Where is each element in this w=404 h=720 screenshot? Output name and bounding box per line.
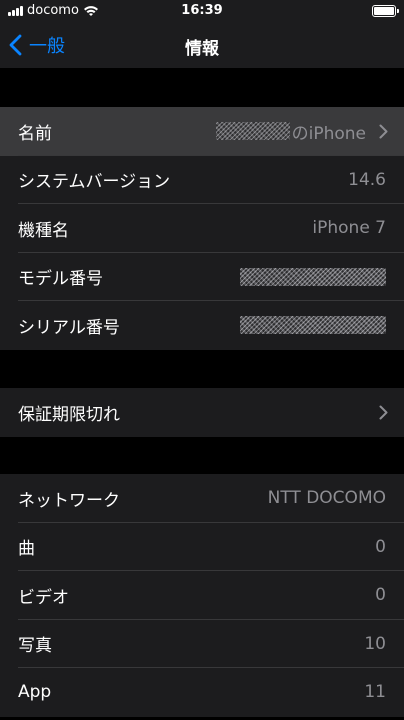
chevron-right-icon	[379, 405, 388, 420]
name-label: 名前	[18, 123, 52, 144]
model-name-label: 機種名	[18, 220, 69, 241]
system-version-row: システムバージョン 14.6	[0, 155, 404, 204]
battery-icon	[372, 5, 399, 17]
model-number-label: モデル番号	[18, 269, 103, 290]
videos-label: ビデオ	[18, 587, 69, 608]
model-number-value	[240, 267, 386, 286]
photos-value: 10	[364, 633, 386, 654]
videos-value: 0	[375, 585, 386, 606]
redacted-model-number-image	[240, 267, 386, 286]
warranty-label: 保証期限切れ	[18, 404, 120, 425]
videos-row: ビデオ 0	[0, 571, 404, 620]
serial-number-value	[240, 316, 386, 335]
system-version-value: 14.6	[348, 169, 386, 190]
model-name-value: iPhone 7	[312, 218, 386, 239]
warranty-row[interactable]: 保証期限切れ	[0, 388, 404, 437]
name-row[interactable]: 名前 のiPhone	[0, 107, 404, 156]
device-info-section: 名前 のiPhone システムバージョン 14.6 機種名 iPhone 7 モ…	[0, 107, 404, 350]
system-version-label: システムバージョン	[18, 172, 171, 193]
status-bar: docomo 16:39	[0, 0, 404, 22]
chevron-right-icon	[379, 124, 388, 139]
model-name-row: 機種名 iPhone 7	[0, 204, 404, 253]
photos-row: 写真 10	[0, 619, 404, 668]
redacted-serial-number-image	[240, 316, 386, 335]
songs-value: 0	[375, 536, 386, 557]
network-row: ネットワーク NTT DOCOMO	[0, 474, 404, 523]
serial-number-row[interactable]: シリアル番号	[0, 301, 404, 350]
page-title: 情報	[185, 39, 219, 59]
network-label: ネットワーク	[18, 490, 120, 511]
name-value-text: のiPhone	[291, 123, 366, 144]
app-row: App 11	[0, 668, 404, 717]
redacted-name-image	[215, 122, 290, 141]
songs-label: 曲	[18, 539, 35, 560]
clock: 16:39	[181, 3, 223, 18]
network-value: NTT DOCOMO	[267, 488, 386, 509]
app-label: App	[18, 682, 52, 703]
songs-row: 曲 0	[0, 522, 404, 571]
model-number-row[interactable]: モデル番号	[0, 252, 404, 301]
navigation-bar: 一般 情報	[0, 22, 404, 68]
app-value: 11	[364, 682, 386, 703]
name-value: のiPhone	[215, 119, 366, 144]
photos-label: 写真	[18, 636, 52, 657]
warranty-section: 保証期限切れ	[0, 388, 404, 437]
serial-number-label: シリアル番号	[18, 317, 120, 338]
usage-section: ネットワーク NTT DOCOMO 曲 0 ビデオ 0 写真 10 App 11	[0, 474, 404, 717]
